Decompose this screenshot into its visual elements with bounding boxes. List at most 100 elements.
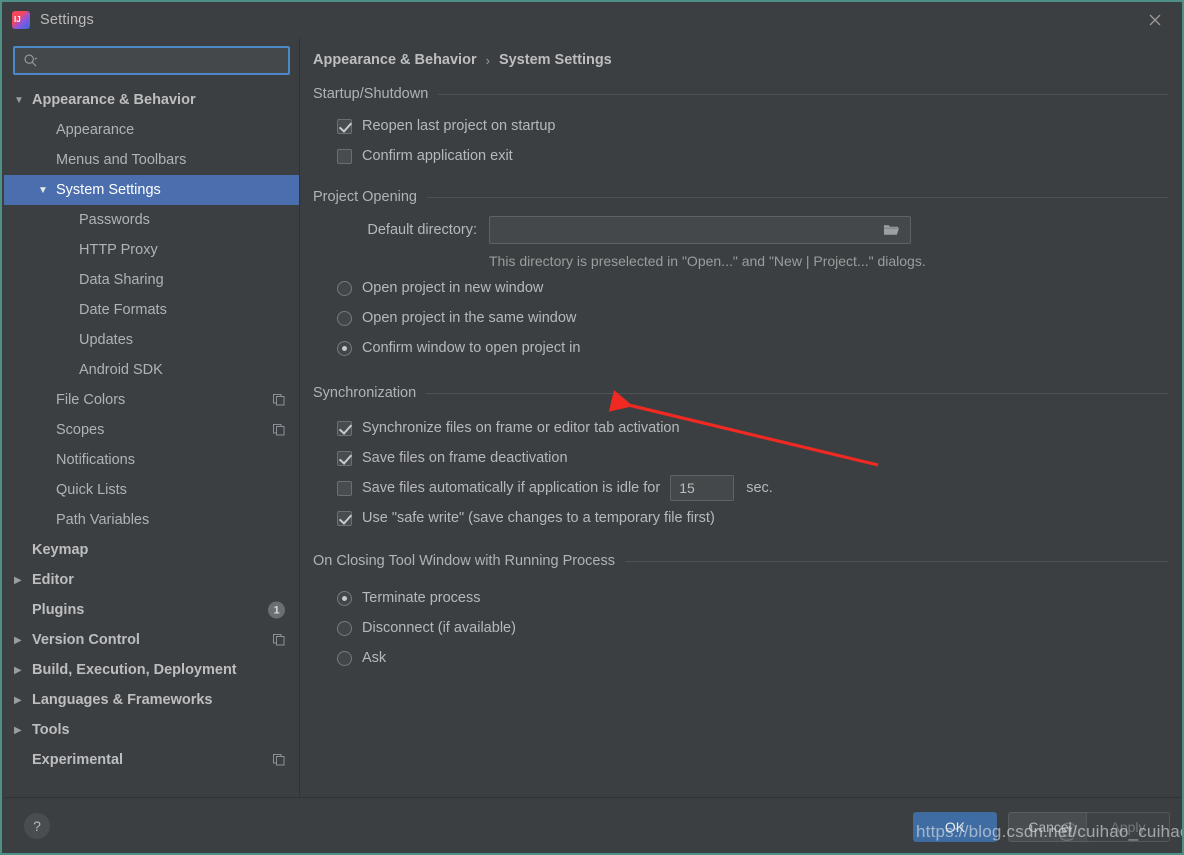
section-startup-shutdown: Startup/Shutdown Reopen last project on … [301,86,1182,171]
idle-seconds-input[interactable]: 15 [670,475,735,501]
sidebar-item-label: Keymap [32,542,89,558]
sidebar-item-scopes[interactable]: ▶Scopes [4,415,299,445]
checkbox-row-synchronize-files[interactable]: Synchronize files on frame or editor tab… [337,413,1168,443]
radio-disconnect-if-available[interactable] [337,620,352,636]
checkbox-label: Synchronize files on frame or editor tab… [362,420,680,436]
checkbox-save-files-on-frame-deactivation[interactable] [337,450,352,466]
sidebar-item-label: Experimental [32,752,124,768]
section-divider [426,392,1168,394]
breadcrumb-parent[interactable]: Appearance & Behavior [313,52,477,68]
checkbox-row-reopen-last-project[interactable]: Reopen last project on startup [337,111,1168,141]
chevron-right-icon[interactable]: ▶ [14,695,30,706]
chevron-right-icon[interactable]: ▶ [14,635,30,646]
section-body-synchronization: Synchronize files on frame or editor tab… [313,401,1168,533]
checkbox-save-files-automatically-when-idle[interactable] [337,480,352,496]
radio-row-terminate-process[interactable]: Terminate process [337,583,1168,613]
sidebar-item-keymap[interactable]: ▶Keymap [4,535,299,565]
search-icon [23,53,38,68]
sidebar-item-quick-lists[interactable]: ▶Quick Lists [4,475,299,505]
chevron-right-icon[interactable]: ▶ [14,725,30,736]
chevron-right-icon[interactable]: ▶ [14,575,30,586]
sidebar-item-badge: 1 [268,601,285,619]
checkbox-label: Save files automatically if application … [362,480,661,496]
radio-confirm-window-to-open-project-in[interactable] [337,340,352,356]
default-directory-hint: This directory is preselected in "Open..… [489,253,926,269]
sidebar-item-notifications[interactable]: ▶Notifications [4,445,299,475]
checkbox-reopen-last-project[interactable] [337,118,352,134]
sidebar-item-version-control[interactable]: ▶ Version Control [4,625,299,655]
folder-icon[interactable] [883,223,900,237]
default-directory-input[interactable] [489,216,911,244]
sidebar-item-label: Menus and Toolbars [56,152,187,168]
sidebar-item-experimental[interactable]: ▶Experimental [4,745,299,775]
settings-sidebar: ▼Appearance & Behavior▶Appearance▶Menus … [4,38,300,797]
search-wrapper [4,38,299,75]
sidebar-item-label: Appearance [56,122,135,138]
sidebar-item-label: Data Sharing [79,272,164,288]
close-icon[interactable] [1140,7,1170,33]
sidebar-item-label: Editor [32,572,74,588]
checkbox-row-save-on-frame-deactivation[interactable]: Save files on frame deactivation [337,443,1168,473]
sidebar-item-label: Android SDK [79,362,163,378]
help-icon[interactable]: ? [24,813,50,839]
sidebar-item-date-formats[interactable]: ▶Date Formats [4,295,299,325]
checkbox-confirm-application-exit[interactable] [337,148,352,164]
section-divider [624,560,1168,562]
radio-label: Ask [362,650,387,666]
radio-open-project-same-window[interactable] [337,310,352,326]
project-level-copy-icon [273,634,285,646]
section-title-synchronization: Synchronization [313,385,1168,401]
settings-dialog: Settings ▼Appearance & Behavior▶Appearan… [0,0,1184,855]
sidebar-item-label: Notifications [56,452,135,468]
radio-row-open-new-window[interactable]: Open project in new window [337,273,1168,303]
settings-tree: ▼Appearance & Behavior▶Appearance▶Menus … [4,85,299,775]
sidebar-item-updates[interactable]: ▶Updates [4,325,299,355]
radio-open-project-new-window[interactable] [337,280,352,296]
radio-row-ask[interactable]: Ask [337,643,1168,673]
search-box[interactable] [13,46,290,75]
radio-label: Disconnect (if available) [362,620,516,636]
sidebar-item-label: Date Formats [79,302,167,318]
radio-row-confirm-window[interactable]: Confirm window to open project in [337,333,1168,363]
section-body-closing-tool-window: Terminate process Disconnect (if availab… [313,569,1168,673]
search-input[interactable] [38,53,288,68]
radio-row-open-same-window[interactable]: Open project in the same window [337,303,1168,333]
radio-label: Confirm window to open project in [362,340,581,356]
checkbox-row-save-automatically[interactable]: Save files automatically if application … [337,473,1168,503]
sidebar-item-build-execution-deployment[interactable]: ▶ Build, Execution, Deployment [4,655,299,685]
watermark-badge-icon: @ [1057,820,1079,843]
sidebar-item-appearance[interactable]: ▶Appearance [4,115,299,145]
radio-terminate-process[interactable] [337,590,352,606]
radio-ask[interactable] [337,650,352,666]
sidebar-item-path-variables[interactable]: ▶Path Variables [4,505,299,535]
checkbox-synchronize-files-on-frame-activation[interactable] [337,420,352,436]
watermark-text: https://blog.csdn.net/cuihao_cuihao [916,822,1184,841]
section-divider [426,196,1168,198]
chevron-right-icon[interactable]: ▶ [14,665,30,676]
sidebar-item-languages-frameworks[interactable]: ▶ Languages & Frameworks [4,685,299,715]
checkbox-row-safe-write[interactable]: Use "safe write" (save changes to a temp… [337,503,1168,533]
sidebar-item-appearance-behavior[interactable]: ▼ Appearance & Behavior [4,85,299,115]
project-level-copy-icon [273,424,285,436]
sidebar-item-android-sdk[interactable]: ▶Android SDK [4,355,299,385]
chevron-down-icon[interactable]: ▼ [38,185,54,196]
checkbox-use-safe-write[interactable] [337,510,352,526]
checkbox-row-confirm-application-exit[interactable]: Confirm application exit [337,141,1168,171]
chevron-down-icon[interactable]: ▼ [14,95,30,106]
sidebar-item-data-sharing[interactable]: ▶Data Sharing [4,265,299,295]
sidebar-item-label: Plugins [32,602,85,618]
checkbox-label: Reopen last project on startup [362,118,556,134]
sidebar-item-system-settings[interactable]: ▼ System Settings [4,175,299,205]
sidebar-item-file-colors[interactable]: ▶File Colors [4,385,299,415]
sidebar-item-editor[interactable]: ▶ Editor [4,565,299,595]
checkbox-label: Use "safe write" (save changes to a temp… [362,510,715,526]
project-level-copy-icon [273,394,285,406]
sidebar-item-tools[interactable]: ▶ Tools [4,715,299,745]
sidebar-item-passwords[interactable]: ▶Passwords [4,205,299,235]
radio-row-disconnect[interactable]: Disconnect (if available) [337,613,1168,643]
sidebar-item-label: Build, Execution, Deployment [32,662,237,678]
sidebar-item-http-proxy[interactable]: ▶HTTP Proxy [4,235,299,265]
sidebar-item-plugins[interactable]: ▶Plugins1 [4,595,299,625]
section-divider [438,93,1168,95]
sidebar-item-menus-and-toolbars[interactable]: ▶Menus and Toolbars [4,145,299,175]
